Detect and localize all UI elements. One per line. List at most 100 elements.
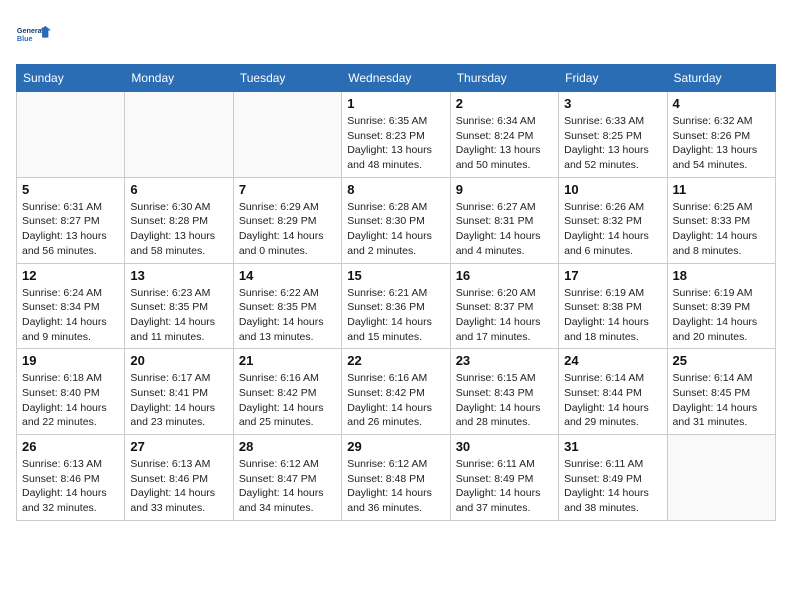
calendar-cell: 13 Sunrise: 6:23 AM Sunset: 8:35 PM Dayli… <box>125 263 233 349</box>
calendar-cell: 6Sunrise: 6:30 AM Sunset: 8:28 PM Daylig… <box>125 177 233 263</box>
day-number: 3 <box>564 96 661 111</box>
day-number: 22 <box>347 353 444 368</box>
week-row-2: 5 Sunrise: 6:31 AM Sunset: 8:27 PM Daylig… <box>17 177 776 263</box>
day-info: Sunrise: 6:27 AM Sunset: 8:31 PM Dayligh… <box>456 200 553 259</box>
day-info: Sunrise: 6:28 AM Sunset: 8:30 PM Dayligh… <box>347 200 444 259</box>
calendar-cell <box>17 92 125 178</box>
week-row-3: 12 Sunrise: 6:24 AM Sunset: 8:34 PM Dayli… <box>17 263 776 349</box>
day-number: 4 <box>673 96 770 111</box>
weekday-header-monday: Monday <box>125 65 233 92</box>
day-number: 6 <box>130 182 227 197</box>
day-number: 2 <box>456 96 553 111</box>
day-info: Sunrise: 6:22 AM Sunset: 8:35 PM Dayligh… <box>239 286 336 345</box>
day-info: Sunrise: 6:15 AM Sunset: 8:43 PM Dayligh… <box>456 371 553 430</box>
day-info: Sunrise: 6:33 AM Sunset: 8:25 PM Dayligh… <box>564 114 661 173</box>
day-number: 10 <box>564 182 661 197</box>
calendar-cell: 30 Sunrise: 6:11 AM Sunset: 8:49 PM Dayli… <box>450 435 558 521</box>
day-info: Sunrise: 6:23 AM Sunset: 8:35 PM Dayligh… <box>130 286 227 345</box>
calendar-cell: 12 Sunrise: 6:24 AM Sunset: 8:34 PM Dayli… <box>17 263 125 349</box>
calendar-cell: 19 Sunrise: 6:18 AM Sunset: 8:40 PM Dayli… <box>17 349 125 435</box>
calendar-cell: 28 Sunrise: 6:12 AM Sunset: 8:47 PM Dayli… <box>233 435 341 521</box>
day-number: 7 <box>239 182 336 197</box>
calendar-cell: 23 Sunrise: 6:15 AM Sunset: 8:43 PM Dayli… <box>450 349 558 435</box>
calendar-cell: 17 Sunrise: 6:19 AM Sunset: 8:38 PM Dayli… <box>559 263 667 349</box>
day-info: Sunrise: 6:12 AM Sunset: 8:48 PM Dayligh… <box>347 457 444 516</box>
weekday-header-friday: Friday <box>559 65 667 92</box>
day-info: Sunrise: 6:20 AM Sunset: 8:37 PM Dayligh… <box>456 286 553 345</box>
day-info: Sunrise: 6:13 AM Sunset: 8:46 PM Dayligh… <box>22 457 119 516</box>
day-info: Sunrise: 6:24 AM Sunset: 8:34 PM Dayligh… <box>22 286 119 345</box>
day-number: 13 <box>130 268 227 283</box>
calendar-cell: 10 Sunrise: 6:26 AM Sunset: 8:32 PM Dayli… <box>559 177 667 263</box>
day-info: Sunrise: 6:12 AM Sunset: 8:47 PM Dayligh… <box>239 457 336 516</box>
calendar-cell: 8 Sunrise: 6:28 AM Sunset: 8:30 PM Daylig… <box>342 177 450 263</box>
day-number: 1 <box>347 96 444 111</box>
day-number: 19 <box>22 353 119 368</box>
day-number: 24 <box>564 353 661 368</box>
calendar-cell: 29Sunrise: 6:12 AM Sunset: 8:48 PM Dayli… <box>342 435 450 521</box>
day-number: 5 <box>22 182 119 197</box>
weekday-header-wednesday: Wednesday <box>342 65 450 92</box>
day-info: Sunrise: 6:26 AM Sunset: 8:32 PM Dayligh… <box>564 200 661 259</box>
svg-text:Blue: Blue <box>17 34 33 43</box>
week-row-5: 26Sunrise: 6:13 AM Sunset: 8:46 PM Dayli… <box>17 435 776 521</box>
day-info: Sunrise: 6:19 AM Sunset: 8:38 PM Dayligh… <box>564 286 661 345</box>
day-number: 12 <box>22 268 119 283</box>
day-number: 31 <box>564 439 661 454</box>
day-number: 17 <box>564 268 661 283</box>
day-number: 18 <box>673 268 770 283</box>
calendar-cell: 14 Sunrise: 6:22 AM Sunset: 8:35 PM Dayli… <box>233 263 341 349</box>
day-info: Sunrise: 6:14 AM Sunset: 8:45 PM Dayligh… <box>673 371 770 430</box>
weekday-header-saturday: Saturday <box>667 65 775 92</box>
calendar-cell: 18 Sunrise: 6:19 AM Sunset: 8:39 PM Dayli… <box>667 263 775 349</box>
calendar-cell: 22 Sunrise: 6:16 AM Sunset: 8:42 PM Dayli… <box>342 349 450 435</box>
calendar-cell: 9 Sunrise: 6:27 AM Sunset: 8:31 PM Daylig… <box>450 177 558 263</box>
day-number: 25 <box>673 353 770 368</box>
day-number: 27 <box>130 439 227 454</box>
weekday-header-tuesday: Tuesday <box>233 65 341 92</box>
day-info: Sunrise: 6:25 AM Sunset: 8:33 PM Dayligh… <box>673 200 770 259</box>
day-number: 9 <box>456 182 553 197</box>
day-info: Sunrise: 6:29 AM Sunset: 8:29 PM Dayligh… <box>239 200 336 259</box>
day-info: Sunrise: 6:17 AM Sunset: 8:41 PM Dayligh… <box>130 371 227 430</box>
day-number: 30 <box>456 439 553 454</box>
day-number: 20 <box>130 353 227 368</box>
calendar-cell: 21 Sunrise: 6:16 AM Sunset: 8:42 PM Dayli… <box>233 349 341 435</box>
day-info: Sunrise: 6:11 AM Sunset: 8:49 PM Dayligh… <box>456 457 553 516</box>
calendar-cell: 7 Sunrise: 6:29 AM Sunset: 8:29 PM Daylig… <box>233 177 341 263</box>
calendar-cell: 24 Sunrise: 6:14 AM Sunset: 8:44 PM Dayli… <box>559 349 667 435</box>
calendar-cell: 4Sunrise: 6:32 AM Sunset: 8:26 PM Daylig… <box>667 92 775 178</box>
day-info: Sunrise: 6:18 AM Sunset: 8:40 PM Dayligh… <box>22 371 119 430</box>
day-info: Sunrise: 6:16 AM Sunset: 8:42 PM Dayligh… <box>239 371 336 430</box>
day-info: Sunrise: 6:35 AM Sunset: 8:23 PM Dayligh… <box>347 114 444 173</box>
day-number: 21 <box>239 353 336 368</box>
day-info: Sunrise: 6:19 AM Sunset: 8:39 PM Dayligh… <box>673 286 770 345</box>
day-info: Sunrise: 6:11 AM Sunset: 8:49 PM Dayligh… <box>564 457 661 516</box>
day-info: Sunrise: 6:16 AM Sunset: 8:42 PM Dayligh… <box>347 371 444 430</box>
day-number: 14 <box>239 268 336 283</box>
logo-icon: GeneralBlue <box>16 16 52 52</box>
calendar-cell <box>125 92 233 178</box>
calendar-cell: 15 Sunrise: 6:21 AM Sunset: 8:36 PM Dayli… <box>342 263 450 349</box>
day-number: 23 <box>456 353 553 368</box>
day-number: 11 <box>673 182 770 197</box>
day-info: Sunrise: 6:13 AM Sunset: 8:46 PM Dayligh… <box>130 457 227 516</box>
calendar-cell: 26Sunrise: 6:13 AM Sunset: 8:46 PM Dayli… <box>17 435 125 521</box>
calendar-cell: 20 Sunrise: 6:17 AM Sunset: 8:41 PM Dayli… <box>125 349 233 435</box>
calendar-cell: 11 Sunrise: 6:25 AM Sunset: 8:33 PM Dayli… <box>667 177 775 263</box>
calendar-table: SundayMondayTuesdayWednesdayThursdayFrid… <box>16 64 776 521</box>
weekday-header-thursday: Thursday <box>450 65 558 92</box>
day-number: 28 <box>239 439 336 454</box>
calendar-cell: 3 Sunrise: 6:33 AM Sunset: 8:25 PM Daylig… <box>559 92 667 178</box>
day-number: 8 <box>347 182 444 197</box>
calendar-cell: 2Sunrise: 6:34 AM Sunset: 8:24 PM Daylig… <box>450 92 558 178</box>
day-number: 16 <box>456 268 553 283</box>
day-info: Sunrise: 6:31 AM Sunset: 8:27 PM Dayligh… <box>22 200 119 259</box>
day-info: Sunrise: 6:21 AM Sunset: 8:36 PM Dayligh… <box>347 286 444 345</box>
logo: GeneralBlue <box>16 16 52 52</box>
day-info: Sunrise: 6:14 AM Sunset: 8:44 PM Dayligh… <box>564 371 661 430</box>
calendar-cell <box>667 435 775 521</box>
calendar-cell: 27 Sunrise: 6:13 AM Sunset: 8:46 PM Dayli… <box>125 435 233 521</box>
calendar-cell: 5 Sunrise: 6:31 AM Sunset: 8:27 PM Daylig… <box>17 177 125 263</box>
day-number: 15 <box>347 268 444 283</box>
